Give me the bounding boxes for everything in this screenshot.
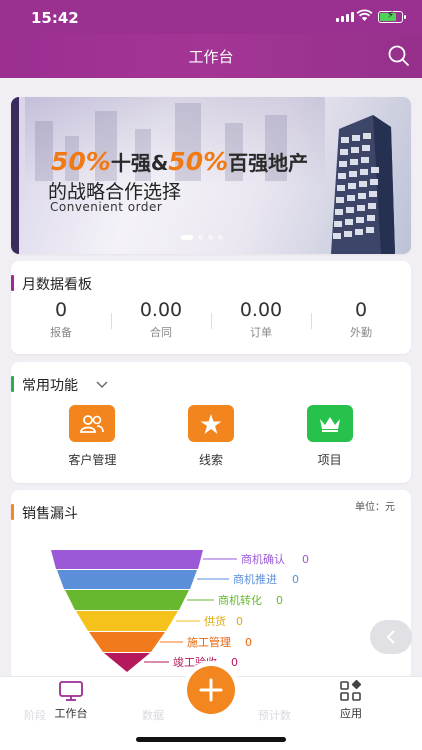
page-title: 工作台: [188, 48, 234, 66]
battery-icon: ⚡: [378, 10, 406, 23]
stat-baobei[interactable]: 0 报备: [11, 299, 111, 340]
apps-icon: [311, 679, 391, 703]
stat-label: 合同: [150, 326, 172, 339]
func-label: 客户管理: [68, 453, 117, 467]
func-label: 线索: [198, 453, 223, 467]
funnel-stage-1[interactable]: 商机推进 0: [57, 570, 299, 589]
signal-icon: [336, 12, 354, 22]
chevron-down-icon[interactable]: [95, 380, 109, 390]
top-nav-bar: 工作台: [0, 34, 422, 78]
stat-waiqin[interactable]: 0 外勤: [311, 299, 411, 340]
crown-icon: [306, 405, 353, 442]
funnel-value: 0: [236, 615, 243, 628]
funnel-stage-3[interactable]: 供货 0: [76, 611, 243, 631]
banner-slogan: 50%十强&50%百强地产: [51, 147, 309, 176]
tab-apps[interactable]: 应用: [311, 679, 391, 721]
carousel-indicator[interactable]: [181, 235, 223, 240]
funnel-value: 0: [245, 636, 252, 649]
status-bar: 15:42 ⚡: [0, 0, 422, 34]
monthly-dashboard-card: 月数据看板 0 报备 0.00 合同 0.00 订单 0 外勤: [11, 261, 411, 354]
stat-value: 0: [354, 299, 368, 321]
stat-label: 订单: [250, 326, 272, 339]
ghost-label: 数据: [142, 709, 164, 722]
monitor-icon: [31, 679, 111, 703]
section-title-monthly: 月数据看板: [11, 274, 92, 293]
skyscraper-image: [331, 115, 395, 254]
search-icon[interactable]: [386, 44, 412, 68]
person-star-icon: [187, 405, 234, 442]
tab-label: 工作台: [54, 707, 88, 720]
ghost-label: 预计数: [258, 709, 291, 722]
funnel-label: 商机转化: [218, 593, 262, 607]
funnel-chart: 商机确认 0 商机推进 0 商机转化 0 供货 0 施工管理 0 竣工验收 0: [51, 550, 309, 672]
tab-workbench[interactable]: 工作台: [31, 679, 111, 721]
stat-dingdan[interactable]: 0.00 订单: [211, 299, 311, 340]
func-leads[interactable]: 线索: [166, 405, 256, 468]
stat-value: 0.00: [139, 299, 183, 321]
chevron-left-icon: [386, 630, 395, 644]
funnel-label: 供货: [204, 614, 226, 628]
func-label: 项目: [317, 453, 342, 467]
banner-subtitle: Convenient order: [50, 200, 163, 214]
section-title-common: 常用功能: [11, 375, 78, 394]
stat-value: 0: [54, 299, 68, 321]
funnel-value: 0: [292, 573, 299, 586]
funnel-label: 商机推进: [233, 572, 277, 586]
status-time: 15:42: [31, 9, 79, 27]
stat-label: 报备: [50, 326, 72, 339]
funnel-stage-2[interactable]: 商机转化 0: [65, 590, 283, 610]
func-customer-management[interactable]: 客户管理: [47, 405, 137, 468]
funnel-label: 施工管理: [187, 635, 231, 649]
sales-funnel-card: 销售漏斗 单位：元 商机确认 0 商机推进 0 商机转化 0 供货 0 施工管理…: [11, 490, 411, 680]
common-functions-card: 常用功能 客户管理 线索 项目: [11, 362, 411, 483]
funnel-value: 0: [231, 656, 238, 669]
wifi-icon: [356, 9, 373, 21]
promo-banner[interactable]: 50%十强&50%百强地产 的战略合作选择 Convenient order: [11, 97, 411, 254]
funnel-label: 商机确认: [241, 552, 285, 566]
floating-back-button[interactable]: [370, 620, 412, 654]
home-indicator: [136, 737, 286, 742]
plus-icon: [199, 678, 223, 702]
stat-value: 0.00: [239, 299, 283, 321]
funnel-stage-0[interactable]: 商机确认 0: [51, 550, 309, 569]
add-button[interactable]: [187, 666, 235, 714]
tab-label: 应用: [340, 707, 362, 720]
stat-hetong[interactable]: 0.00 合同: [111, 299, 211, 340]
func-projects[interactable]: 项目: [285, 405, 375, 468]
stat-label: 外勤: [350, 326, 372, 339]
funnel-value: 0: [302, 553, 309, 566]
funnel-value: 0: [276, 594, 283, 607]
people-icon: [69, 405, 116, 442]
funnel-stage-4[interactable]: 施工管理 0: [89, 632, 252, 652]
